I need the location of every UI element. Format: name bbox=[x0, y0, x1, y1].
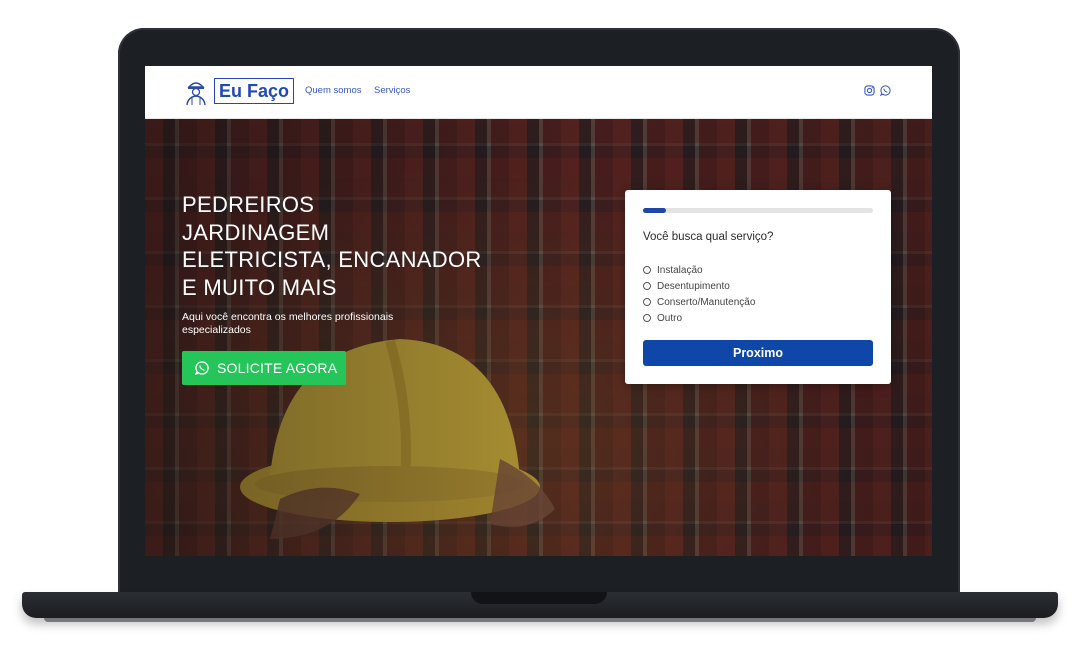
laptop-notch bbox=[471, 592, 607, 604]
whatsapp-icon[interactable] bbox=[880, 85, 891, 96]
hero-title-line: JARDINAGEM bbox=[182, 219, 330, 245]
nav-link-quem-somos[interactable]: Quem somos bbox=[305, 85, 362, 96]
option-label: Conserto/Manutenção bbox=[657, 296, 756, 308]
option-desentupimento[interactable]: Desentupimento bbox=[643, 278, 755, 294]
option-instalacao[interactable]: Instalação bbox=[643, 262, 755, 278]
progress-bar bbox=[643, 208, 873, 213]
radio-button[interactable] bbox=[643, 314, 651, 322]
whatsapp-icon bbox=[195, 361, 209, 375]
nav-link-servicos[interactable]: Serviços bbox=[374, 85, 410, 96]
option-label: Instalação bbox=[657, 264, 703, 276]
hero-title-line: E MUITO MAIS bbox=[182, 274, 337, 300]
option-outro[interactable]: Outro bbox=[643, 310, 755, 326]
instagram-icon[interactable] bbox=[864, 85, 875, 96]
solicite-agora-button[interactable]: SOLICITE AGORA bbox=[182, 351, 346, 385]
cta-label: SOLICITE AGORA bbox=[217, 360, 338, 376]
form-question: Você busca qual serviço? bbox=[643, 231, 774, 243]
service-options: Instalação Desentupimento Conserto/Manut… bbox=[643, 262, 755, 326]
hero-section: PEDREIROS JARDINAGEM ELETRICISTA, ENCANA… bbox=[145, 119, 932, 556]
worker-logo-icon bbox=[186, 82, 206, 106]
radio-button[interactable] bbox=[643, 266, 651, 274]
option-label: Desentupimento bbox=[657, 280, 730, 292]
service-form-card: Você busca qual serviço? Instalação Dese… bbox=[625, 190, 891, 384]
laptop-foot bbox=[44, 618, 1036, 622]
option-conserto-manutencao[interactable]: Conserto/Manutenção bbox=[643, 294, 755, 310]
progress-fill bbox=[643, 208, 666, 213]
hero-title: PEDREIROS JARDINAGEM ELETRICISTA, ENCANA… bbox=[182, 191, 512, 301]
hero-title-line: PEDREIROS bbox=[182, 192, 315, 217]
hero-subtitle: Aqui você encontra os melhores profissio… bbox=[182, 311, 394, 336]
proximo-button[interactable]: Proximo bbox=[643, 340, 873, 366]
laptop-screen: Eu Faço Quem somos Serviços PEDREIROS JA… bbox=[145, 66, 932, 556]
radio-button[interactable] bbox=[643, 298, 651, 306]
radio-button[interactable] bbox=[643, 282, 651, 290]
logo-text[interactable]: Eu Faço bbox=[214, 78, 295, 104]
hero-title-line: ELETRICISTA, ENCANADOR bbox=[182, 247, 482, 272]
navbar: Eu Faço Quem somos Serviços bbox=[145, 66, 932, 119]
option-label: Outro bbox=[657, 312, 683, 324]
